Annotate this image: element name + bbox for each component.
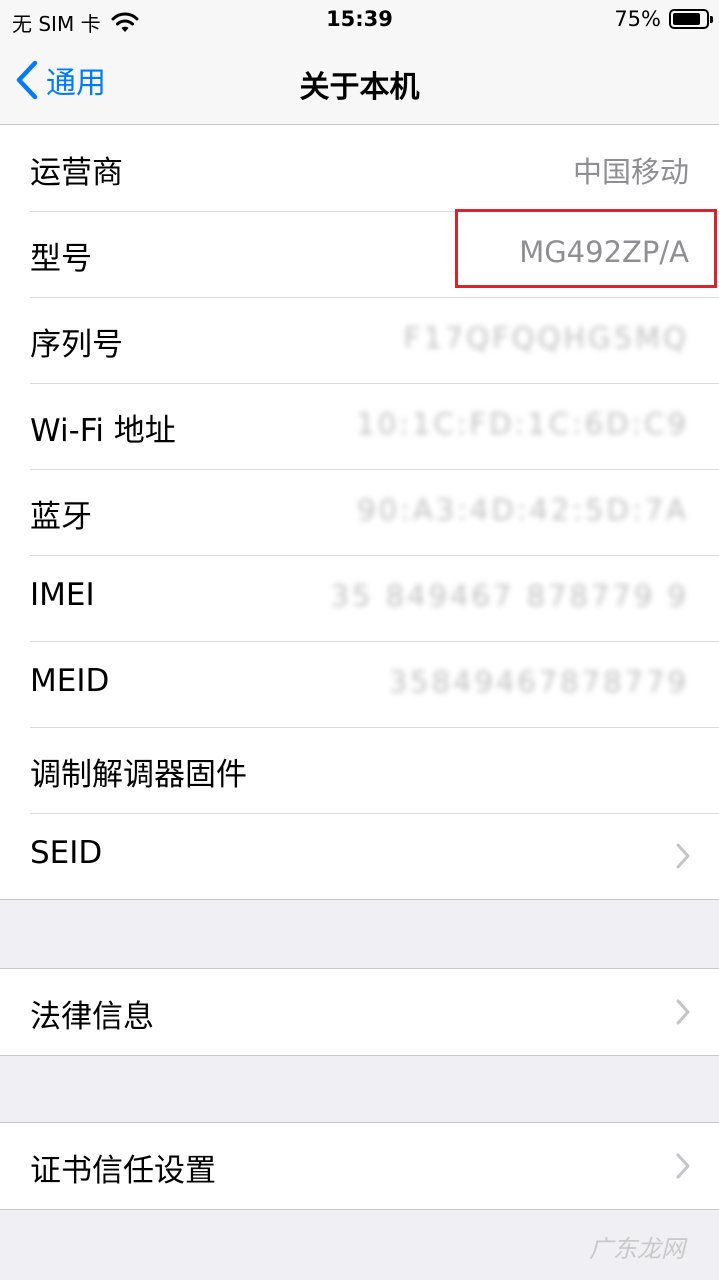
chevron-left-icon [16, 60, 38, 100]
status-bar: 无 SIM 卡 15:39 75% [0, 0, 719, 40]
legal-group: 法律信息 [0, 968, 719, 1056]
row-certificate-trust[interactable]: 证书信任设置 [0, 1123, 719, 1209]
back-label: 通用 [46, 66, 106, 101]
row-value-redacted: 35849467878779 [388, 665, 689, 699]
row-label: IMEI [30, 577, 95, 613]
certificate-group: 证书信任设置 [0, 1122, 719, 1210]
row-wifi-address: Wi-Fi 地址 10:1C:FD:1C:6D:C9 [0, 383, 719, 469]
chevron-right-icon [676, 1153, 690, 1179]
row-label: 序列号 [30, 327, 123, 363]
row-meid: MEID 35849467878779 [0, 641, 719, 727]
row-legal[interactable]: 法律信息 [0, 969, 719, 1055]
row-label: 调制解调器固件 [30, 757, 247, 793]
row-seid[interactable]: SEID [0, 813, 719, 899]
row-modem-firmware: 调制解调器固件 [0, 727, 719, 813]
row-value: 中国移动 [572, 155, 689, 189]
back-button[interactable]: 通用 [14, 58, 106, 102]
row-label: Wi-Fi 地址 [30, 413, 176, 449]
chevron-right-icon [676, 843, 690, 869]
battery-percent: 75% [614, 7, 661, 31]
row-value-redacted: 10:1C:FD:1C:6D:C9 [356, 407, 689, 441]
row-label: MEID [30, 663, 110, 699]
navigation-bar: 通用 关于本机 [0, 40, 719, 125]
clock: 15:39 [326, 7, 393, 31]
page-title: 关于本机 [299, 70, 420, 105]
row-value-redacted: 35 849467 878779 9 [330, 579, 689, 613]
row-value-redacted: 90:A3:4D:42:5D:7A [357, 493, 689, 527]
row-imei: IMEI 35 849467 878779 9 [0, 555, 719, 641]
battery-icon [669, 9, 713, 29]
row-label: 蓝牙 [30, 499, 92, 535]
row-label: 法律信息 [30, 999, 154, 1035]
row-label: 型号 [30, 241, 92, 277]
row-label: SEID [30, 835, 103, 871]
watermark: 广东龙网 [589, 1235, 685, 1263]
battery-indicator: 75% [614, 7, 713, 31]
chevron-right-icon [676, 999, 690, 1025]
row-bluetooth: 蓝牙 90:A3:4D:42:5D:7A [0, 469, 719, 555]
row-carrier: 运营商 中国移动 [0, 125, 719, 211]
row-value-redacted: F17QFQQHG5MQ [403, 321, 689, 355]
row-label: 运营商 [30, 155, 123, 191]
row-label: 证书信任设置 [30, 1153, 216, 1189]
row-serial: 序列号 F17QFQQHG5MQ [0, 297, 719, 383]
model-highlight-box [455, 209, 717, 288]
